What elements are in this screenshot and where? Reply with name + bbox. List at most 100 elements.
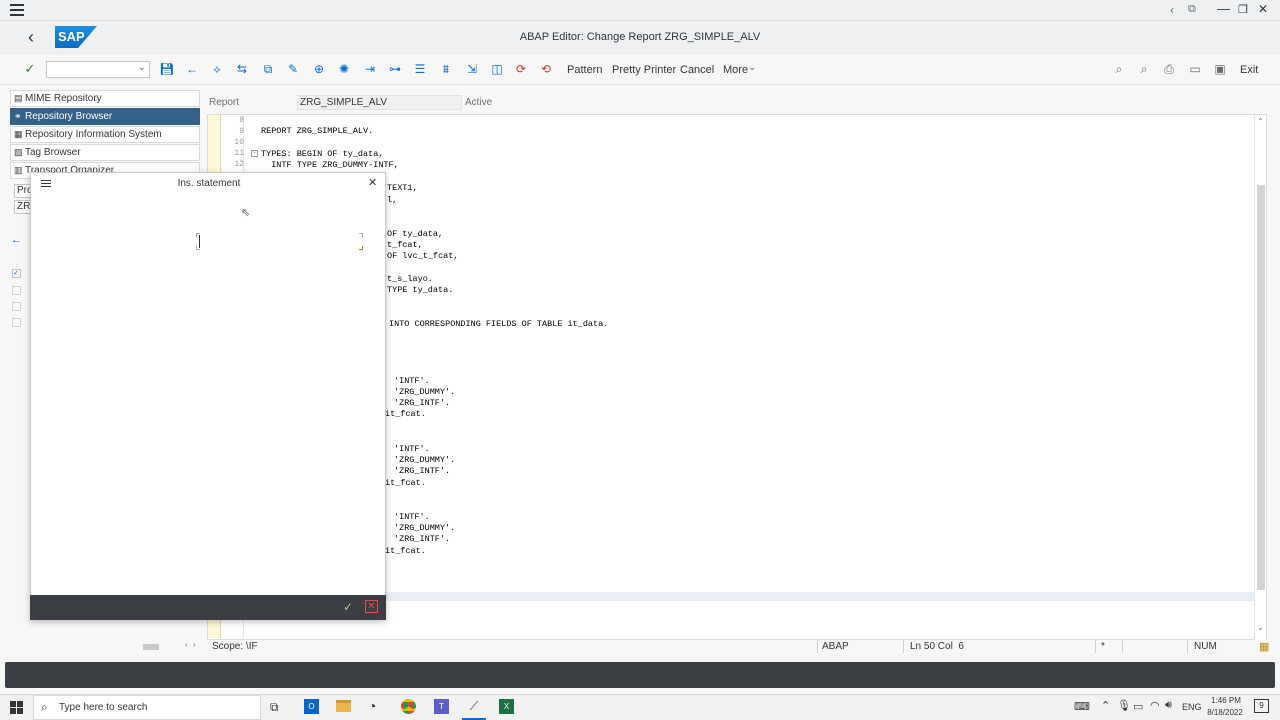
show-hidden-icons[interactable]: ⌃ <box>1101 699 1110 712</box>
outlook-icon[interactable]: O <box>304 699 319 714</box>
enter-check-icon[interactable]: ✓ <box>21 60 39 78</box>
info-system-icon: ▦ <box>14 129 23 139</box>
editor-status-line: Scope: \IF ABAP Ln 50 Col 6 * NUM ▦ <box>205 638 1275 656</box>
nav-item-tag-browser[interactable]: ▧ Tag Browser <box>10 144 200 161</box>
print-icon[interactable]: ⎙ <box>1160 60 1178 78</box>
settings-grid-icon[interactable]: ▦ <box>1259 640 1269 653</box>
cancel-button[interactable]: Cancel <box>680 64 714 76</box>
minimize-icon[interactable]: — <box>1217 1 1230 16</box>
teams-icon[interactable]: T <box>434 699 449 714</box>
fullscreen-icon[interactable]: ⇲ <box>463 60 481 78</box>
more-button[interactable]: More <box>723 64 748 76</box>
exit-button[interactable]: Exit <box>1240 64 1258 76</box>
sap-gui-icon[interactable]: ⟋ <box>466 699 482 714</box>
scroll-thumb[interactable] <box>1257 185 1265 590</box>
code-line: it_fcat. <box>385 546 426 556</box>
code-line: 'ZRG_INTF'. <box>394 534 451 544</box>
layout-icon[interactable]: ▣ <box>1211 60 1229 78</box>
code-line: OF lvc_t_fcat, <box>387 251 459 261</box>
dialog-close-icon[interactable]: ✕ <box>368 176 377 189</box>
current-line-highlight <box>386 592 1254 601</box>
search-next-icon[interactable]: ⌕ <box>1135 60 1153 78</box>
code-line: 'INTF'. <box>394 444 430 454</box>
other-object-icon[interactable]: ⟡ <box>208 60 226 78</box>
cancel-x-icon[interactable]: ✕ <box>365 600 378 613</box>
sap-logon-icon[interactable]: ◔ <box>368 698 376 714</box>
breakpoint-icon[interactable]: ⟳ <box>512 60 530 78</box>
code-line: 'ZRG_DUMMY'. <box>394 523 456 533</box>
clock-date[interactable]: 8/18/2022 <box>1203 708 1247 717</box>
windows-start-icon[interactable] <box>10 701 23 714</box>
close-window-icon[interactable]: ✕ <box>1258 2 1268 16</box>
pretty-printer-button[interactable]: Pretty Printer <box>612 64 676 76</box>
nav-item-repository-information-system[interactable]: ▦ Repository Information System <box>10 126 200 143</box>
navigation-window-icon[interactable]: ⩩ <box>437 60 455 78</box>
object-list-icon[interactable]: ☰ <box>411 60 429 78</box>
test-icon[interactable]: ⇥ <box>361 60 379 78</box>
code-line: it_fcat. <box>385 409 426 419</box>
editor-vscrollbar[interactable]: ⌃ ⌄ <box>1254 115 1266 640</box>
report-label: Report <box>209 97 240 108</box>
nav-item-repository-browser[interactable]: ⚭ Repository Browser <box>10 108 200 125</box>
nav-hscrollbar[interactable]: ‹ › <box>143 640 199 651</box>
input-language[interactable]: ENG <box>1182 702 1202 712</box>
search-icon[interactable]: ⌕ <box>1110 60 1128 78</box>
scroll-up-icon[interactable]: ⌃ <box>1257 117 1264 126</box>
task-view-icon[interactable]: ⧉ <box>270 700 279 715</box>
code-line: t_s_layo. <box>387 274 433 284</box>
scroll-down-icon[interactable]: ⌄ <box>1257 623 1264 632</box>
hamburger-menu-icon[interactable] <box>10 4 24 16</box>
tag-icon: ▧ <box>14 147 23 157</box>
file-explorer-icon[interactable] <box>336 700 351 712</box>
back-arrow-icon[interactable]: ← <box>183 60 201 78</box>
wifi-icon[interactable]: ◠ <box>1150 699 1160 712</box>
pattern-button[interactable]: Pattern <box>567 64 602 76</box>
divider <box>903 640 904 653</box>
edit-pencil-icon[interactable]: ✎ <box>284 60 302 78</box>
new-session-icon[interactable]: ▭ <box>1186 60 1204 78</box>
nav-back-small-icon[interactable]: ‹ <box>1170 3 1174 17</box>
checkbox-1[interactable]: ✓ <box>12 269 21 278</box>
maximize-icon[interactable]: ❐ <box>1238 3 1248 16</box>
nav-back-icon[interactable]: ← <box>11 234 22 246</box>
command-field[interactable]: ⌄ <box>46 61 150 78</box>
line-number: 12 <box>234 160 244 169</box>
dialog-footer: ✓ ✕ <box>30 595 386 620</box>
confirm-check-icon[interactable]: ✓ <box>343 600 353 614</box>
more-chevron-icon[interactable]: ⌄ <box>748 62 756 73</box>
keyboard-icon[interactable]: ⌨ <box>1074 700 1090 713</box>
fold-icon[interactable]: - <box>251 150 258 157</box>
display-change-icon[interactable]: ⇆ <box>233 60 251 78</box>
microphone-icon[interactable]: 🎙︎ <box>1117 699 1131 712</box>
chevron-down-icon[interactable]: ⌄ <box>138 62 146 73</box>
activate-icon[interactable]: ✺ <box>335 60 353 78</box>
code-line: 'INTF'. <box>394 512 430 522</box>
volume-icon[interactable]: 🔊︎ <box>1165 699 1172 712</box>
mouse-pointer-icon: ⇖ <box>241 207 251 219</box>
notification-icon[interactable]: 9 <box>1254 699 1269 713</box>
back-icon[interactable]: ‹ <box>28 27 34 48</box>
where-used-icon[interactable]: ⊶ <box>386 60 404 78</box>
save-icon[interactable]: 💾︎ <box>158 60 176 78</box>
checkbox-2[interactable] <box>12 286 21 295</box>
code-line: TYPE ty_data. <box>387 285 454 295</box>
split-screen-icon[interactable]: ◫ <box>488 60 506 78</box>
excel-icon[interactable]: X <box>499 699 514 714</box>
report-name-field: ZRG_SIMPLE_ALV <box>297 95 462 110</box>
nav-item-mime-repository[interactable]: ▤ MIME Repository <box>10 90 200 107</box>
session-breakpoint-icon[interactable]: ⟲ <box>537 60 555 78</box>
clock-time[interactable]: 1:46 PM <box>1209 696 1243 705</box>
scroll-left-icon[interactable]: ‹ <box>185 640 188 649</box>
chrome-icon[interactable] <box>401 699 416 714</box>
active-inactive-icon[interactable]: ⧉ <box>259 60 277 78</box>
taskbar-search[interactable]: ⌕ Type here to search <box>33 695 261 720</box>
code-line: 'ZRG_INTF'. <box>394 398 451 408</box>
windows-taskbar: ⌕ Type here to search ⧉ O ◔ T ⟋ X ⌨ ⌃ 🎙︎… <box>0 694 1280 720</box>
checkbox-3[interactable] <box>12 302 21 311</box>
checkbox-4[interactable] <box>12 318 21 327</box>
launch-icon[interactable]: ⧉ <box>1188 3 1196 16</box>
scroll-right-icon[interactable]: › <box>193 640 196 649</box>
battery-icon[interactable]: ▭ <box>1133 700 1143 713</box>
check-syntax-icon[interactable]: ⊕ <box>310 60 328 78</box>
scroll-thumb[interactable] <box>143 644 159 650</box>
